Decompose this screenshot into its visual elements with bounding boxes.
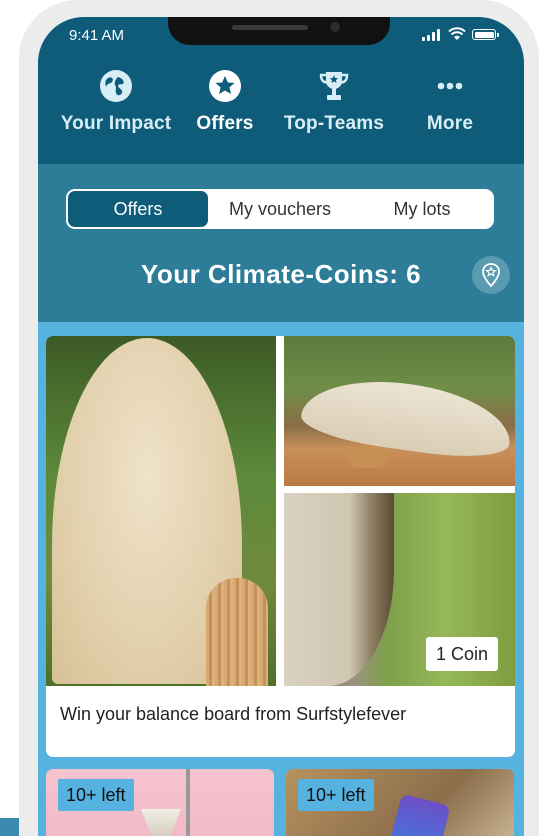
signal-icon: [422, 29, 442, 41]
price-badge: 1 Coin: [426, 637, 499, 671]
tab-my-vouchers[interactable]: My vouchers: [210, 191, 350, 227]
offers-header: Offers My vouchers My lots Your Climate-…: [38, 164, 524, 322]
nav-label: Offers: [196, 113, 254, 134]
location-star-icon: [482, 263, 500, 288]
app-screen: 9:41 AM Your Impact Offers Top-Teams Mor…: [38, 17, 524, 836]
offers-list: 1 Coin Win your balance board from Surfs…: [38, 322, 524, 836]
offer-photo-board-front: [46, 336, 276, 686]
trophy-icon: [319, 72, 349, 100]
globe-icon: [100, 70, 132, 102]
tab-my-lots[interactable]: My lots: [352, 191, 492, 227]
nav-item-offers[interactable]: Offers: [165, 69, 285, 135]
main-nav: Your Impact Offers Top-Teams More: [38, 69, 524, 149]
device-notch: [168, 17, 390, 45]
segmented-control: Offers My vouchers My lots: [66, 189, 494, 229]
stock-badge: 10+ left: [58, 779, 134, 811]
offer-card[interactable]: 1 Coin Win your balance board from Surfs…: [46, 336, 515, 757]
status-time: 9:41 AM: [69, 27, 125, 44]
offer-title: Win your balance board from Surfstylefev…: [60, 704, 407, 724]
map-filter-button[interactable]: [472, 256, 510, 294]
climate-coins-balance: Your Climate-Coins: 6: [140, 259, 422, 289]
top-bar: 9:41 AM Your Impact Offers Top-Teams Mor…: [38, 17, 524, 164]
nav-label: Top-Teams: [283, 113, 385, 134]
speaker-grille: [232, 25, 308, 30]
nav-item-more[interactable]: More: [390, 69, 510, 135]
tab-offers[interactable]: Offers: [68, 191, 208, 227]
nav-label: Your Impact: [60, 113, 172, 134]
offer-card[interactable]: 10+ left: [286, 769, 514, 836]
background-accent: [0, 818, 20, 836]
nav-item-top-teams[interactable]: Top-Teams: [274, 69, 394, 135]
offer-card[interactable]: 10+ left: [46, 769, 274, 836]
more-dots-icon: [437, 82, 463, 90]
status-icons: [422, 27, 502, 43]
wifi-icon: [448, 27, 466, 40]
battery-icon: [472, 29, 499, 40]
camera-dot: [330, 22, 340, 32]
stock-badge: 10+ left: [298, 779, 374, 811]
nav-label: More: [426, 113, 474, 134]
offer-photo-board-side: [284, 336, 515, 486]
phone-frame: 9:41 AM Your Impact Offers Top-Teams Mor…: [19, 0, 539, 836]
star-icon: [209, 70, 241, 102]
nav-item-your-impact[interactable]: Your Impact: [56, 69, 176, 135]
